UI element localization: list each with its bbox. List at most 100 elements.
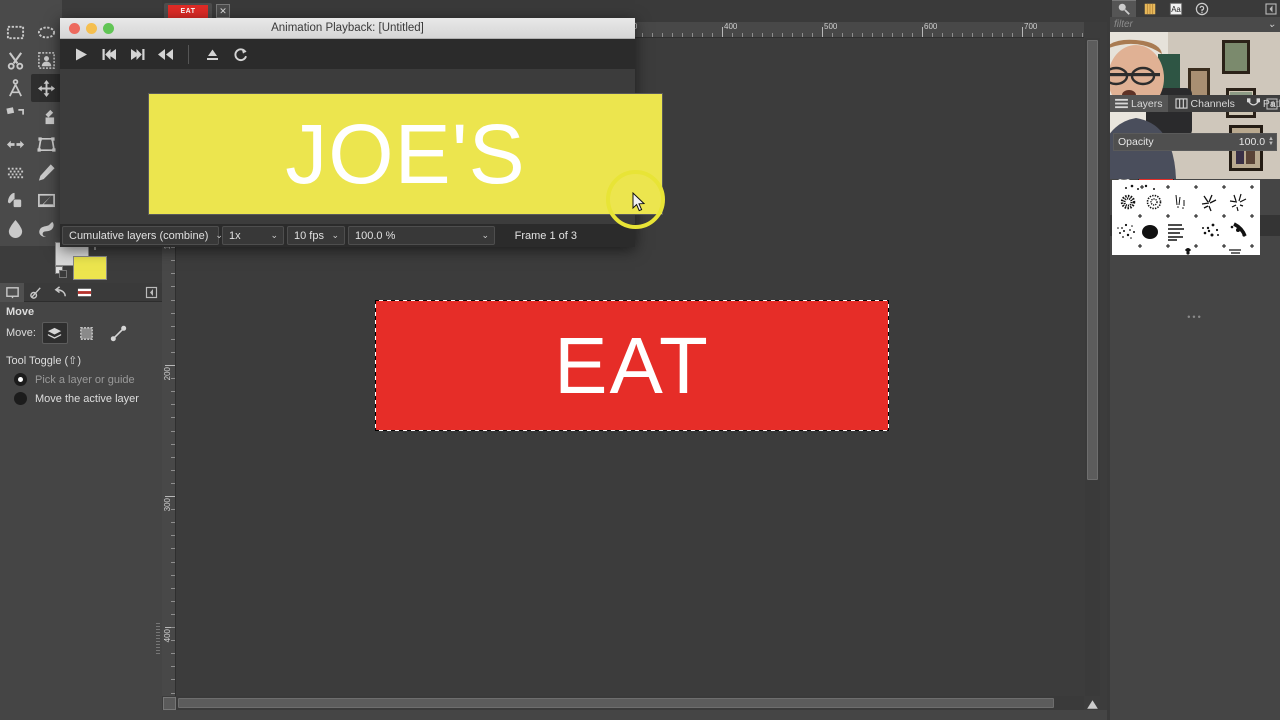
ruler-tick-label: 700 bbox=[1024, 22, 1038, 31]
tool-toggle-shortcut: (⇧) bbox=[64, 355, 82, 367]
perspective-tool[interactable] bbox=[31, 130, 62, 158]
opacity-label: Opacity bbox=[1118, 136, 1154, 148]
animation-preview-frame[interactable]: JOE'S bbox=[148, 93, 663, 215]
dock-menu-icon[interactable] bbox=[1266, 97, 1278, 110]
rect-select-tool[interactable] bbox=[0, 18, 31, 46]
combine-mode-value: Cumulative layers (combine) bbox=[69, 229, 209, 242]
framerate-dropdown[interactable]: 10 fps ⌄ bbox=[287, 226, 345, 245]
zoom-dropdown[interactable]: 100.0 % ⌄ bbox=[348, 226, 495, 245]
tool-options-tab[interactable] bbox=[0, 282, 24, 302]
layers-tab[interactable]: Layers bbox=[1110, 95, 1168, 112]
chevron-down-icon: ⌄ bbox=[270, 230, 278, 240]
reload-button[interactable] bbox=[227, 42, 253, 66]
fonts-tab[interactable]: Aa bbox=[1164, 0, 1188, 17]
vertical-scrollbar-thumb[interactable] bbox=[1087, 40, 1098, 480]
background-color-swatch[interactable] bbox=[73, 256, 107, 280]
align-tool[interactable] bbox=[0, 102, 31, 130]
image-tab-eat[interactable]: EAT bbox=[164, 3, 212, 19]
quickmask-toggle-button[interactable] bbox=[163, 697, 176, 710]
canvas-horizontal-scrollbar[interactable] bbox=[176, 696, 1084, 710]
radio-move-active-layer[interactable] bbox=[14, 392, 27, 405]
reset-colors-icon[interactable] bbox=[55, 266, 68, 279]
move-path-mode-button[interactable] bbox=[106, 322, 132, 344]
measure-tool[interactable] bbox=[0, 74, 31, 102]
image-tab-close-icon[interactable]: ✕ bbox=[216, 4, 230, 18]
zoom-value: 100.0 % bbox=[355, 229, 396, 242]
framerate-value: 10 fps bbox=[294, 229, 324, 242]
step-back-button[interactable] bbox=[96, 42, 122, 66]
svg-text:Aa: Aa bbox=[1171, 5, 1181, 14]
step-forward-button[interactable] bbox=[124, 42, 150, 66]
opacity-value: 100.0 bbox=[1238, 136, 1266, 148]
brush-grid[interactable] bbox=[1112, 180, 1260, 255]
chevron-down-icon[interactable]: ⌄ bbox=[1268, 19, 1276, 30]
brush-filter-placeholder: filter bbox=[1114, 19, 1133, 30]
brushes-tab[interactable] bbox=[1112, 0, 1136, 17]
move-layer-mode-button[interactable] bbox=[41, 322, 68, 344]
layer-opacity-row[interactable]: Opacity 100.0 ▲ ▼ bbox=[1113, 133, 1277, 151]
canvas-layer-text: EAT bbox=[554, 320, 710, 410]
channels-tab[interactable]: Channels bbox=[1170, 95, 1240, 112]
combine-mode-dropdown[interactable]: Cumulative layers (combine) ⌄ bbox=[62, 226, 223, 245]
brush-filter-bar[interactable]: filter ⌄ bbox=[1110, 17, 1280, 32]
patterns-tab[interactable] bbox=[1138, 0, 1162, 17]
smudge-tool[interactable] bbox=[31, 214, 62, 242]
dock-separator-grip[interactable]: ••• bbox=[1110, 312, 1280, 322]
dock-resize-grip[interactable] bbox=[156, 623, 160, 655]
play-button[interactable] bbox=[68, 42, 94, 66]
pencil-tool[interactable] bbox=[31, 158, 62, 186]
ellipse-select-tool[interactable] bbox=[31, 18, 62, 46]
eraser-tool[interactable] bbox=[0, 186, 31, 214]
blur-tool[interactable] bbox=[0, 214, 31, 242]
animation-preview-text: JOE'S bbox=[285, 106, 526, 201]
tool-toggle-title: Tool Toggle (⇧) bbox=[0, 346, 162, 370]
ruler-tick-label: 600 bbox=[924, 22, 938, 31]
flip-tool[interactable] bbox=[0, 130, 31, 158]
canvas-vertical-scrollbar[interactable] bbox=[1085, 38, 1100, 696]
layers-dock-tabstrip: Layers Channels Paths bbox=[1110, 95, 1280, 112]
foreground-select-tool[interactable] bbox=[31, 46, 62, 74]
animation-window-titlebar[interactable]: Animation Playback: [Untitled] bbox=[60, 18, 635, 39]
rewind-button[interactable] bbox=[152, 42, 178, 66]
animation-preview-area: JOE'S bbox=[60, 69, 663, 239]
dock-menu-icon[interactable] bbox=[1265, 2, 1277, 15]
paintbrush-tool[interactable] bbox=[31, 186, 62, 214]
chevron-down-icon: ⌄ bbox=[331, 230, 339, 240]
opacity-stepper[interactable]: ▲ ▼ bbox=[1265, 136, 1274, 147]
ruler-tick-label: 500 bbox=[824, 22, 838, 31]
frame-status-label: Frame 1 of 3 bbox=[514, 229, 577, 242]
image-statusbar bbox=[162, 710, 1110, 720]
crop-tool[interactable] bbox=[31, 102, 62, 130]
option-pick-layer-or-guide[interactable]: Pick a layer or guide bbox=[0, 370, 162, 389]
speed-dropdown[interactable]: 1x ⌄ bbox=[222, 226, 284, 245]
radio-pick-layer[interactable] bbox=[14, 373, 27, 386]
tool-options-tabstrip bbox=[0, 282, 162, 302]
layers-tab-label: Layers bbox=[1131, 97, 1163, 110]
bucket-fill-tool[interactable] bbox=[0, 158, 31, 186]
detach-button[interactable] bbox=[199, 42, 225, 66]
toolbox bbox=[0, 0, 62, 246]
speed-value: 1x bbox=[229, 229, 241, 242]
ruler-tick-label: 400 bbox=[724, 22, 738, 31]
move-mode-label: Move: bbox=[6, 327, 36, 339]
mouse-cursor bbox=[632, 191, 646, 212]
device-status-tab[interactable] bbox=[24, 283, 48, 302]
horizontal-scrollbar-thumb[interactable] bbox=[178, 698, 1054, 708]
option-move-active-layer[interactable]: Move the active layer bbox=[0, 389, 162, 408]
option-move-active-layer-label: Move the active layer bbox=[35, 392, 139, 405]
undo-history-tab[interactable] bbox=[48, 283, 72, 302]
toolbar-separator bbox=[188, 44, 189, 64]
right-dock: Aa filter ⌄ ••• Layers Channels Opacity … bbox=[1107, 0, 1280, 720]
move-tool[interactable] bbox=[31, 74, 62, 102]
option-pick-layer-label: Pick a layer or guide bbox=[35, 373, 135, 386]
dock-menu-icon[interactable] bbox=[145, 286, 158, 299]
help-tab[interactable] bbox=[1190, 0, 1214, 17]
images-tab[interactable] bbox=[72, 283, 96, 302]
image-tab-thumbnail: EAT bbox=[168, 4, 208, 18]
canvas-active-layer[interactable]: EAT bbox=[375, 300, 889, 431]
move-selection-mode-button[interactable] bbox=[74, 322, 100, 344]
scissors-select-tool[interactable] bbox=[0, 46, 31, 74]
channels-tab-label: Channels bbox=[1190, 97, 1235, 110]
gimp-application-window: Move Move: Tool Toggle (⇧) Pick a layer … bbox=[0, 0, 1280, 720]
brushes-dock-tabstrip: Aa bbox=[1110, 0, 1280, 17]
